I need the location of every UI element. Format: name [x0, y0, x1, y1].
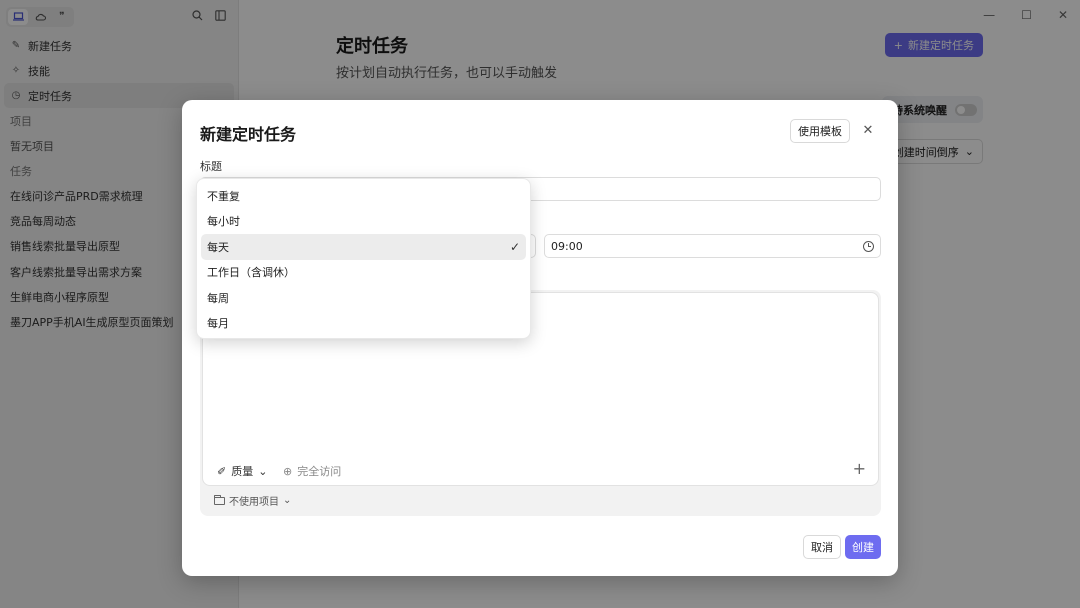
repeat-option[interactable]: 工作日（含调休）	[201, 260, 526, 286]
project-select[interactable]: 不使用项目 ⌄	[213, 493, 292, 508]
pen-icon: ✐	[217, 464, 227, 478]
repeat-option[interactable]: 每月	[201, 311, 526, 337]
option-label: 工作日（含调休）	[207, 266, 295, 280]
access-label: 完全访问	[297, 465, 342, 478]
close-icon[interactable]: ✕	[860, 122, 876, 138]
option-label: 每月	[207, 317, 229, 331]
chevron-down-icon: ⌄	[283, 495, 292, 506]
option-label: 不重复	[207, 189, 240, 203]
time-value: 09:00	[551, 239, 583, 253]
quality-label: 质量	[231, 465, 254, 478]
folder-icon	[213, 494, 225, 505]
checkmark-icon: ✓	[509, 239, 520, 254]
access-select[interactable]: ⊕ 完全访问	[283, 463, 341, 479]
title-field-label: 标题	[200, 160, 222, 173]
repeat-option[interactable]: 每小时	[201, 209, 526, 235]
option-label: 每周	[207, 291, 229, 305]
repeat-dropdown-menu: 不重复 每小时 每天 ✓ 工作日（含调休） 每周 每月	[196, 178, 531, 339]
add-attachment-icon[interactable]: +	[853, 459, 866, 478]
repeat-option[interactable]: 每周	[201, 285, 526, 311]
project-label: 不使用项目	[229, 497, 279, 508]
create-button[interactable]: 创建	[845, 535, 881, 559]
repeat-option[interactable]: 不重复	[201, 183, 526, 209]
cancel-button[interactable]: 取消	[803, 535, 841, 559]
clock-icon[interactable]	[863, 240, 874, 252]
chevron-down-icon: ⌄	[258, 464, 268, 478]
plus-circle-icon: ⊕	[283, 464, 293, 478]
dialog-title: 新建定时任务	[200, 125, 297, 144]
repeat-option-selected[interactable]: 每天 ✓	[201, 234, 526, 260]
option-label: 每小时	[207, 215, 240, 229]
use-template-button[interactable]: 使用模板	[790, 119, 850, 143]
option-label: 每天	[207, 240, 229, 254]
quality-select[interactable]: ✐ 质量 ⌄	[217, 463, 267, 479]
time-input[interactable]: 09:00	[544, 234, 881, 258]
